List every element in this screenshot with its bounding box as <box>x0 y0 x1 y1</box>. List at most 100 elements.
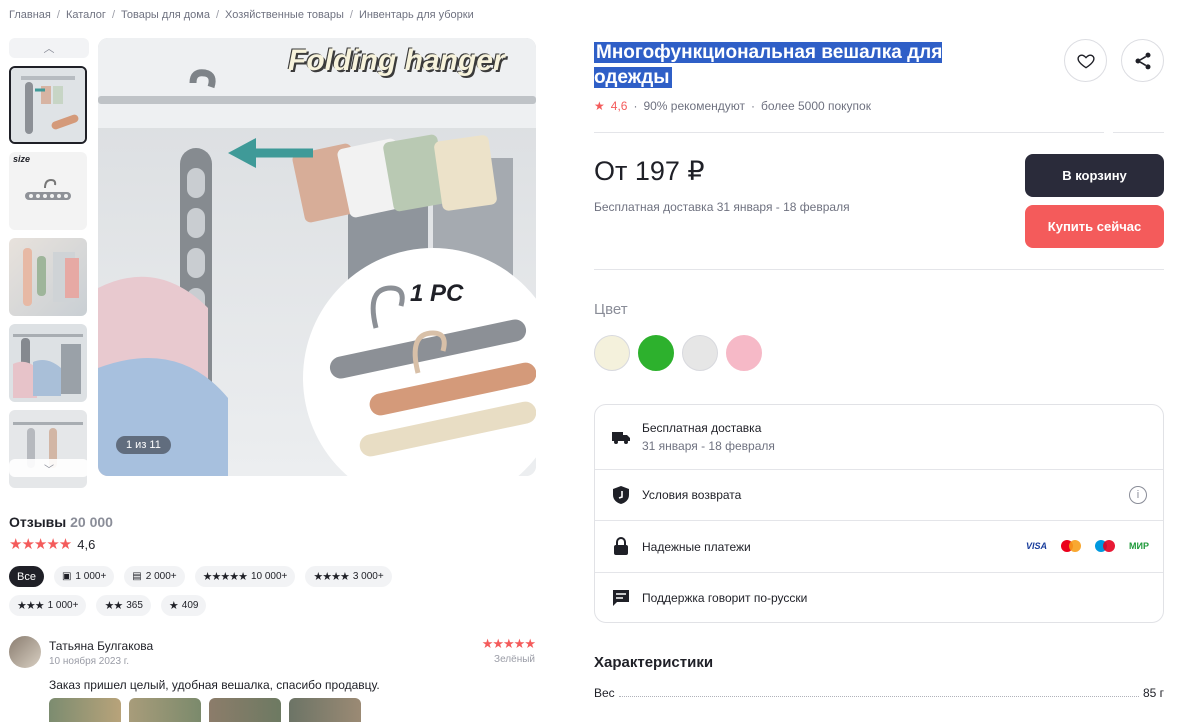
hanger-size-icon <box>25 178 71 200</box>
thumbnail-1[interactable] <box>9 66 87 144</box>
thumb-down-button[interactable]: ﹀ <box>9 459 89 477</box>
thumbnail-strip: ︿ size ﹀ <box>9 38 89 488</box>
filter-3-label: 1 000+ <box>47 600 79 611</box>
stars-1-icon: ★ <box>168 600 179 612</box>
product-title-text: Многофункциональная вешалка для одежды <box>594 42 943 88</box>
maestro-icon <box>1095 540 1116 552</box>
favorite-button[interactable] <box>1064 39 1107 82</box>
filter-2-label: 365 <box>126 600 143 611</box>
divider <box>594 269 1164 270</box>
stars-5-icon: ★★★★★ <box>202 571 248 583</box>
reviews-rating: ★★★★★ 4,6 <box>9 535 95 553</box>
thumbnail-2[interactable]: size <box>9 152 87 230</box>
comment-icon: ▤ <box>132 571 142 582</box>
characteristic-row: Вес 85 г <box>594 686 1164 700</box>
color-label: Цвет <box>594 301 628 318</box>
purchases-text: более 5000 покупок <box>761 99 871 113</box>
filter-photos-label: 1 000+ <box>75 571 107 582</box>
recommend-text: 90% рекомендуют <box>643 99 745 113</box>
breadcrumb-cleaning[interactable]: Инвентарь для уборки <box>359 9 474 21</box>
shield-icon <box>611 485 631 505</box>
price: От 197 ₽ <box>594 156 705 186</box>
color-swatches <box>594 335 762 371</box>
chevron-down-icon: ﹀ <box>44 464 54 476</box>
breadcrumb-household[interactable]: Хозяйственные товары <box>225 9 344 21</box>
filter-2-stars[interactable]: ★★ 365 <box>96 595 151 616</box>
info-delivery-title: Бесплатная доставка <box>642 421 762 435</box>
share-button[interactable] <box>1121 39 1164 82</box>
hanger-thumb-icon <box>11 68 85 142</box>
lock-icon <box>611 536 631 556</box>
swatch-green[interactable] <box>638 335 674 371</box>
stars-2-icon: ★★ <box>104 600 123 612</box>
review-color: Зелёный <box>494 654 535 665</box>
breadcrumb-home-goods[interactable]: Товары для дома <box>121 9 210 21</box>
thumbnail-3[interactable] <box>9 238 87 316</box>
thumbnail-4[interactable] <box>9 324 87 402</box>
review-photo[interactable] <box>209 698 281 722</box>
product-rating-line: ★ 4,6 · 90% рекомендуют · более 5000 пок… <box>594 99 871 113</box>
main-product-image[interactable]: Folding hanger 1 PC 1 из 11 <box>98 38 536 476</box>
buy-now-button[interactable]: Купить сейчас <box>1025 205 1164 248</box>
avatar[interactable] <box>9 636 41 668</box>
filter-all-label: Все <box>17 570 36 583</box>
filter-5-stars[interactable]: ★★★★★ 10 000+ <box>194 566 296 587</box>
filter-all[interactable]: Все <box>9 566 44 587</box>
filter-5-label: 10 000+ <box>250 571 288 582</box>
photo-icon: ▣ <box>61 571 72 582</box>
review-text: Заказ пришел целый, удобная вешалка, спа… <box>49 678 380 692</box>
filter-3-stars[interactable]: ★★★ 1 000+ <box>9 595 87 616</box>
reviews-count: 20 000 <box>70 514 113 530</box>
breadcrumb: Главная / Каталог / Товары для дома / Хозяй… <box>9 9 474 21</box>
product-photo <box>98 38 536 476</box>
review-filters: Все ▣ 1 000+ ▤ 2 000+ ★★★★★ 10 000+ ★★★★ 3 0… <box>9 566 479 616</box>
info-support-label: Поддержка говорит по-русски <box>642 591 808 605</box>
filter-photos[interactable]: ▣ 1 000+ <box>53 566 115 587</box>
info-box: Бесплатная доставка 31 января - 18 февра… <box>594 404 1164 623</box>
delivery-note: Бесплатная доставка 31 января - 18 февра… <box>594 200 850 214</box>
divider <box>1113 132 1164 133</box>
divider <box>594 132 1104 133</box>
characteristic-value: 85 г <box>1142 686 1164 700</box>
swatch-cream[interactable] <box>594 335 630 371</box>
info-payments-label: Надежные платежи <box>642 540 751 554</box>
info-delivery[interactable]: Бесплатная доставка 31 января - 18 февра… <box>595 405 1163 470</box>
info-returns[interactable]: Условия возврата i <box>595 470 1163 521</box>
truck-icon <box>611 427 631 447</box>
star-rating-icon: ★★★★★ <box>9 536 72 553</box>
review-photo[interactable] <box>289 698 361 722</box>
characteristics-title: Характеристики <box>594 654 714 671</box>
filter-comments[interactable]: ▤ 2 000+ <box>124 566 185 587</box>
reviewer-name: Татьяна Булгакова <box>49 639 154 653</box>
hanger-colors-icon <box>23 248 79 306</box>
add-to-cart-button[interactable]: В корзину <box>1025 154 1164 197</box>
hanger-clothes-icon <box>13 334 83 398</box>
breadcrumb-home[interactable]: Главная <box>9 9 51 21</box>
review-stars-icon: ★★★★★ <box>481 636 536 651</box>
info-circle-icon[interactable]: i <box>1129 486 1147 504</box>
filter-4-label: 3 000+ <box>352 571 384 582</box>
mastercard-icon <box>1061 540 1082 552</box>
filter-1-label: 409 <box>181 600 199 611</box>
reviews-label: Отзывы <box>9 514 67 530</box>
review-photo[interactable] <box>49 698 121 722</box>
breadcrumb-catalog[interactable]: Каталог <box>66 9 106 21</box>
share-icon <box>1135 52 1150 69</box>
filter-4-stars[interactable]: ★★★★ 3 000+ <box>305 566 392 587</box>
visa-icon: VISA <box>1026 541 1048 551</box>
mir-icon: МИР <box>1129 541 1149 551</box>
swatch-grey[interactable] <box>682 335 718 371</box>
image-counter: 1 из 11 <box>116 436 171 454</box>
info-delivery-dates: 31 января - 18 февраля <box>642 439 775 453</box>
info-payments[interactable]: Надежные платежи VISA МИР <box>595 521 1163 573</box>
product-title: Многофункциональная вешалка для одежды <box>594 40 994 90</box>
review-photo[interactable] <box>129 698 201 722</box>
info-support[interactable]: Поддержка говорит по-русски <box>595 573 1163 624</box>
swatch-pink[interactable] <box>726 335 762 371</box>
filter-1-star[interactable]: ★ 409 <box>160 595 207 616</box>
chat-icon <box>611 588 631 608</box>
product-rating[interactable]: 4,6 <box>611 99 628 113</box>
thumb-up-button[interactable]: ︿ <box>9 38 89 58</box>
info-returns-label: Условия возврата <box>642 488 742 502</box>
characteristic-name: Вес <box>594 686 615 700</box>
